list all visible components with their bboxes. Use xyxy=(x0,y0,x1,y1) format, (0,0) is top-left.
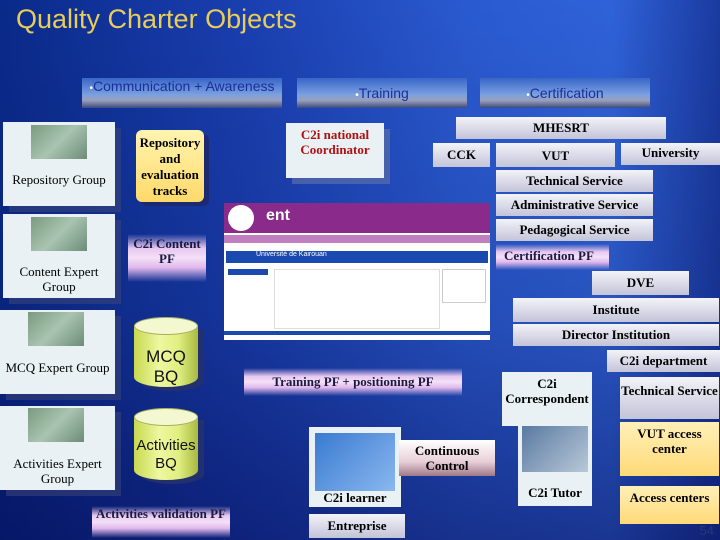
screenshot-header xyxy=(224,203,490,233)
activities-bq-database: Activities BQ xyxy=(134,408,198,480)
c2i-content-pf: C2i Content PF xyxy=(128,234,206,282)
vut-access-center-box: VUT access center xyxy=(620,422,719,476)
enf-logo-text: ent xyxy=(266,207,290,224)
screenshot-banner: Université de Kairouan xyxy=(226,251,488,263)
banner-communication: •Communication + Awareness xyxy=(82,78,282,108)
mhesrt-box: MHESRT xyxy=(456,117,666,139)
pedagogical-service-box: Pedagogical Service xyxy=(496,219,653,241)
person-at-computer-photo xyxy=(31,125,87,159)
dve-box: DVE xyxy=(592,271,689,295)
c2i-learner-label: C2i learner xyxy=(323,490,387,505)
banner-communication-label: Communication + Awareness xyxy=(93,78,275,94)
banner-training: •Training xyxy=(297,78,467,108)
c2i-department-box: C2i department xyxy=(607,350,720,372)
screenshot-content xyxy=(274,269,440,329)
activities-bq-label-line2: BQ xyxy=(155,455,177,472)
c2i-correspondent-card: C2i Correspondent xyxy=(502,372,592,426)
national-coordinator-card: C2i national Coordinator xyxy=(286,123,384,178)
repository-group-label: Repository Group xyxy=(12,172,106,187)
tutor-meeting-photo xyxy=(522,426,588,472)
activities-expert-group-card: Activities Expert Group xyxy=(0,406,115,490)
slide-title: Quality Charter Objects xyxy=(16,4,297,34)
students-photo xyxy=(315,433,395,491)
enf-logo-icon xyxy=(228,205,254,231)
screenshot-footer xyxy=(224,331,490,335)
repository-group-card: Repository Group xyxy=(3,122,115,206)
person-at-computer-photo xyxy=(28,312,84,346)
mcq-expert-group-card: MCQ Expert Group xyxy=(0,310,115,394)
mcq-bq-label-line2: BQ xyxy=(153,367,179,386)
person-at-computer-photo xyxy=(31,217,87,251)
mcq-bq-label-line1: MCQ xyxy=(146,347,186,366)
repository-tracks-label: Repository and evaluation tracks xyxy=(139,135,201,198)
certification-pf-bar: Certification PF xyxy=(496,244,609,270)
database-cylinder-top xyxy=(134,317,198,335)
training-pf-bar: Training PF + positioning PF xyxy=(244,368,462,396)
screenshot-left-panel xyxy=(228,269,268,275)
technical-service-box: Technical Service xyxy=(496,170,653,192)
banner-certification: •Certification xyxy=(480,78,650,108)
cck-box: CCK xyxy=(433,143,490,167)
database-cylinder-top xyxy=(134,408,198,426)
banner-training-label: Training xyxy=(358,85,409,101)
access-centers-box: Access centers xyxy=(620,486,719,524)
c2i-learner-card: C2i learner xyxy=(309,427,401,507)
repository-tracks-scroll: Repository and evaluation tracks xyxy=(136,130,204,202)
page-number: 54 xyxy=(699,523,714,538)
dept-technical-service-box: Technical Service xyxy=(620,377,719,419)
screenshot-menu xyxy=(224,235,490,243)
banner-certification-label: Certification xyxy=(529,85,604,101)
mcq-bq-database: MCQ BQ xyxy=(134,317,198,389)
institute-box: Institute xyxy=(513,298,719,322)
platform-screenshot: ent Université de Kairouan xyxy=(224,203,490,340)
c2i-tutor-label: C2i Tutor xyxy=(528,485,582,500)
director-institution-box: Director Institution xyxy=(513,324,719,346)
entreprise-box: Entreprise xyxy=(309,514,405,538)
mcq-expert-group-label: MCQ Expert Group xyxy=(5,360,110,375)
c2i-tutor-card: C2i Tutor xyxy=(518,424,592,506)
university-box: University xyxy=(621,143,720,165)
content-expert-group-label: Content Expert Group xyxy=(19,264,99,294)
continuous-control-box: Continuous Control xyxy=(399,440,495,476)
activities-validation-pf: Activities validation PF xyxy=(92,506,230,538)
person-at-computer-photo xyxy=(28,408,84,442)
screenshot-calendar xyxy=(442,269,486,303)
administrative-service-box: Administrative Service xyxy=(496,194,653,216)
activities-bq-label-line1: Activities xyxy=(136,437,196,454)
vut-box: VUT xyxy=(496,143,615,167)
content-expert-group-card: Content Expert Group xyxy=(3,214,115,298)
activities-expert-group-label: Activities Expert Group xyxy=(13,456,102,486)
